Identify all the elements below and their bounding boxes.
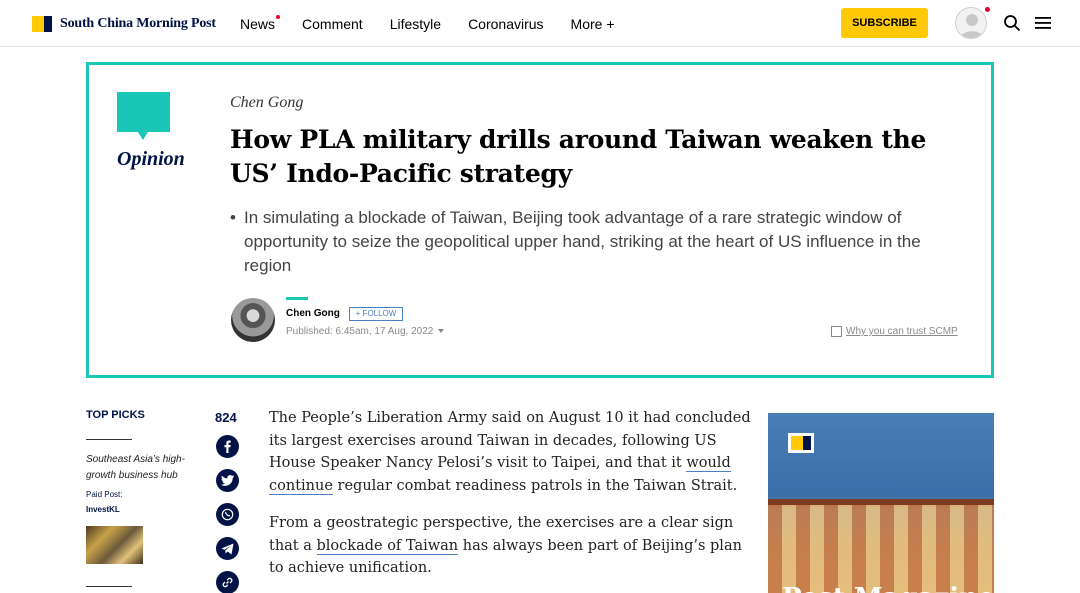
scmp-logo-icon xyxy=(32,16,52,32)
nav-news[interactable]: News xyxy=(240,15,281,32)
opinion-bubble-tail xyxy=(138,132,148,140)
article-headline: How PLA military drills around Taiwan we… xyxy=(230,125,927,188)
trust-badge-icon xyxy=(831,326,842,337)
telegram-icon[interactable] xyxy=(216,537,239,560)
article-summary: • In simulating a blockade of Taiwan, Be… xyxy=(230,206,970,278)
byline-author-name[interactable]: Chen Gong xyxy=(286,308,340,319)
scmp-logo[interactable]: South China Morning Post xyxy=(32,15,216,33)
share-count: 824 xyxy=(215,410,237,425)
facebook-icon[interactable] xyxy=(216,435,239,458)
advertisement[interactable]: Post Magazine xyxy=(768,413,994,593)
article-paragraph: The People’s Liberation Army said on Aug… xyxy=(269,410,751,495)
user-icon xyxy=(960,14,984,38)
link-icon[interactable] xyxy=(216,571,239,593)
trust-link[interactable]: Why you can trust SCMP xyxy=(831,326,958,337)
chevron-down-icon xyxy=(438,329,445,334)
nav-comment[interactable]: Comment xyxy=(302,16,363,32)
ad-headline: Post Magazine xyxy=(782,583,994,593)
follow-button[interactable]: + FOLLOW xyxy=(349,307,403,321)
divider xyxy=(86,439,132,440)
top-pick-title[interactable]: Southeast Asia’s high-growth business hu… xyxy=(86,452,196,484)
published-date[interactable]: Published: 6:45am, 17 Aug, 2022 xyxy=(286,326,445,337)
nav-more[interactable]: More + xyxy=(571,16,615,32)
sponsor-name: InvestKL xyxy=(86,505,120,514)
byline-accent xyxy=(286,297,308,300)
main-nav: News Comment Lifestyle Coronavirus More … xyxy=(240,15,642,32)
author-name[interactable]: Chen Gong xyxy=(230,94,303,112)
hamburger-menu-icon[interactable] xyxy=(1034,15,1052,31)
article-link[interactable]: blockade of Taiwan xyxy=(316,537,459,555)
summary-text: In simulating a blockade of Taiwan, Beij… xyxy=(244,208,921,275)
site-header: South China Morning Post News Comment Li… xyxy=(0,0,1080,47)
article-paragraph: From a geostrategic perspective, the exe… xyxy=(269,515,742,576)
twitter-icon[interactable] xyxy=(216,469,239,492)
divider xyxy=(86,586,132,587)
user-avatar-button[interactable] xyxy=(955,7,987,39)
whatsapp-icon[interactable] xyxy=(216,503,239,526)
notification-dot-icon xyxy=(276,15,281,19)
summary-bullet: • xyxy=(230,208,236,227)
search-icon[interactable] xyxy=(1003,14,1021,32)
nav-lifestyle[interactable]: Lifestyle xyxy=(390,16,441,32)
paid-post-label: Paid Post: xyxy=(86,490,123,499)
author-avatar[interactable] xyxy=(231,298,275,342)
scmp-logo-icon xyxy=(788,433,814,453)
article-hero-box: Opinion Chen Gong How PLA military drill… xyxy=(86,62,994,378)
subscribe-button[interactable]: SUBSCRIBE xyxy=(841,8,928,38)
section-label[interactable]: Opinion xyxy=(117,148,185,171)
ad-illustration xyxy=(768,505,994,593)
logo-text: South China Morning Post xyxy=(60,16,216,31)
nav-coronavirus[interactable]: Coronavirus xyxy=(468,16,543,32)
opinion-bubble-icon xyxy=(117,92,170,132)
notification-dot-icon xyxy=(985,7,990,12)
top-pick-thumbnail[interactable] xyxy=(86,526,143,564)
top-picks-heading: TOP PICKS xyxy=(86,409,145,421)
